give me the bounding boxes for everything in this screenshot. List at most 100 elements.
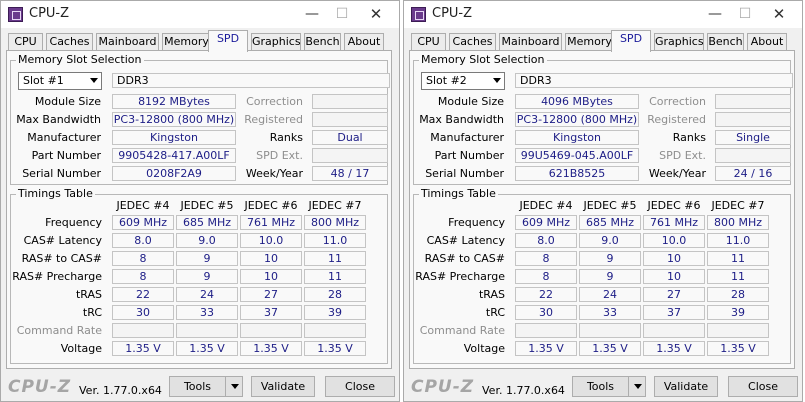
minimize-icon[interactable]: — xyxy=(299,4,325,24)
timings-cell: 28 xyxy=(304,287,366,302)
max-bandwidth-field: PC3-12800 (800 MHz) xyxy=(515,112,639,127)
timings-cell: 1.35 V xyxy=(579,341,641,356)
tab-spd[interactable]: SPD xyxy=(611,30,651,52)
timings-cell xyxy=(240,323,302,338)
minimize-icon[interactable]: — xyxy=(702,4,728,24)
part-number-field: 99U5469-045.A00LF xyxy=(515,148,639,163)
timings-cell: 8 xyxy=(515,269,577,284)
week-year-field: 48 / 17 xyxy=(312,166,388,181)
timings-cell: 24 xyxy=(579,287,641,302)
week-year-label: Week/Year xyxy=(648,167,706,180)
close-button[interactable]: Close xyxy=(325,376,395,397)
tab-memory[interactable]: Memory xyxy=(565,33,614,51)
timings-cell xyxy=(643,323,705,338)
timings-cell: 10 xyxy=(643,251,705,266)
dropdown-arrow-icon xyxy=(90,78,98,83)
memory-slot-group-label: Memory Slot Selection xyxy=(16,53,144,66)
tab-mainboard[interactable]: Mainboard xyxy=(499,33,562,51)
validate-button[interactable]: Validate xyxy=(654,376,718,397)
spd-ext-field xyxy=(312,148,388,163)
correction-field xyxy=(715,94,791,109)
timings-cell xyxy=(176,323,238,338)
timings-cell: 33 xyxy=(176,305,238,320)
close-icon[interactable]: ✕ xyxy=(363,4,389,24)
timings-cell: 800 MHz xyxy=(707,215,769,230)
timings-row-label: RAS# Precharge xyxy=(12,270,102,283)
timings-group-label: Timings Table xyxy=(419,187,498,200)
timings-cell: 685 MHz xyxy=(176,215,238,230)
close-button[interactable]: Close xyxy=(728,376,798,397)
cpu-z-app-icon xyxy=(411,7,426,22)
timings-cell: 24 xyxy=(176,287,238,302)
tab-mainboard[interactable]: Mainboard xyxy=(96,33,159,51)
manufacturer-field: Kingston xyxy=(515,130,639,145)
registered-label: Registered xyxy=(647,113,706,126)
title-bar[interactable]: CPU-Z — ☐ ✕ xyxy=(404,1,802,28)
tab-caches[interactable]: Caches xyxy=(449,33,496,51)
timings-cell: 761 MHz xyxy=(240,215,302,230)
timings-cell: 39 xyxy=(707,305,769,320)
manufacturer-field: Kingston xyxy=(112,130,236,145)
spd-ext-label: SPD Ext. xyxy=(659,149,706,162)
serial-number-field: 621B8525 xyxy=(515,166,639,181)
timings-cell: 11.0 xyxy=(707,233,769,248)
timings-cell: 27 xyxy=(240,287,302,302)
timings-cell: 10.0 xyxy=(643,233,705,248)
timings-row-label: tRC xyxy=(485,306,505,319)
spd-ext-field xyxy=(715,148,791,163)
timings-row-label: RAS# to CAS# xyxy=(21,252,102,265)
tab-memory[interactable]: Memory xyxy=(162,33,211,51)
title-bar[interactable]: CPU-Z — ☐ ✕ xyxy=(1,1,399,28)
tools-button[interactable]: Tools xyxy=(169,376,226,397)
tab-cpu[interactable]: CPU xyxy=(8,33,43,51)
max-bandwidth-label: Max Bandwidth xyxy=(16,113,101,126)
window-title: CPU-Z xyxy=(29,6,70,21)
tab-bench[interactable]: Bench xyxy=(304,33,341,51)
tab-caches[interactable]: Caches xyxy=(46,33,93,51)
tab-cpu[interactable]: CPU xyxy=(411,33,446,51)
timings-cell: 22 xyxy=(112,287,174,302)
timings-col-header: JEDEC #6 xyxy=(244,199,298,212)
tools-dropdown-button[interactable] xyxy=(225,376,243,397)
module-size-label: Module Size xyxy=(437,95,504,108)
dropdown-arrow-icon xyxy=(231,384,239,389)
validate-button[interactable]: Validate xyxy=(251,376,315,397)
serial-number-label: Serial Number xyxy=(22,167,101,180)
timings-cell xyxy=(304,323,366,338)
timings-cell: 1.35 V xyxy=(240,341,302,356)
timings-col-header: JEDEC #6 xyxy=(647,199,701,212)
timings-col-header: JEDEC #4 xyxy=(116,199,170,212)
manufacturer-label: Manufacturer xyxy=(430,131,504,144)
slot-select[interactable]: Slot #1 xyxy=(18,72,102,90)
timings-cell: 1.35 V xyxy=(304,341,366,356)
maximize-icon[interactable]: ☐ xyxy=(329,4,355,24)
ranks-field: Single xyxy=(715,130,791,145)
maximize-icon[interactable]: ☐ xyxy=(732,4,758,24)
version-label: Ver. 1.77.0.x64 xyxy=(482,384,565,397)
week-year-label: Week/Year xyxy=(245,167,303,180)
tab-bench[interactable]: Bench xyxy=(707,33,744,51)
close-icon[interactable]: ✕ xyxy=(766,4,792,24)
timings-col-header: JEDEC #7 xyxy=(308,199,362,212)
slot-select[interactable]: Slot #2 xyxy=(421,72,505,90)
timings-cell: 9 xyxy=(579,269,641,284)
spd-panel: Memory Slot Selection Slot #1 DDR3 Modul… xyxy=(6,50,392,369)
cpu-z-app-icon xyxy=(8,7,23,22)
module-size-label: Module Size xyxy=(34,95,101,108)
tools-button[interactable]: Tools xyxy=(572,376,629,397)
timings-col-header: JEDEC #5 xyxy=(180,199,234,212)
tab-graphics[interactable]: Graphics xyxy=(654,33,704,51)
timings-cell: 800 MHz xyxy=(304,215,366,230)
dropdown-arrow-icon xyxy=(634,384,642,389)
timings-cell: 33 xyxy=(579,305,641,320)
timings-row-label: tRAS xyxy=(75,288,102,301)
part-number-label: Part Number xyxy=(31,149,101,162)
tab-graphics[interactable]: Graphics xyxy=(251,33,301,51)
tab-spd[interactable]: SPD xyxy=(208,30,248,52)
timings-cell: 37 xyxy=(240,305,302,320)
timings-row-label: CAS# Latency xyxy=(426,234,505,247)
tools-dropdown-button[interactable] xyxy=(628,376,646,397)
tab-about[interactable]: About xyxy=(747,33,787,51)
tab-about[interactable]: About xyxy=(344,33,384,51)
timings-col-header: JEDEC #5 xyxy=(583,199,637,212)
